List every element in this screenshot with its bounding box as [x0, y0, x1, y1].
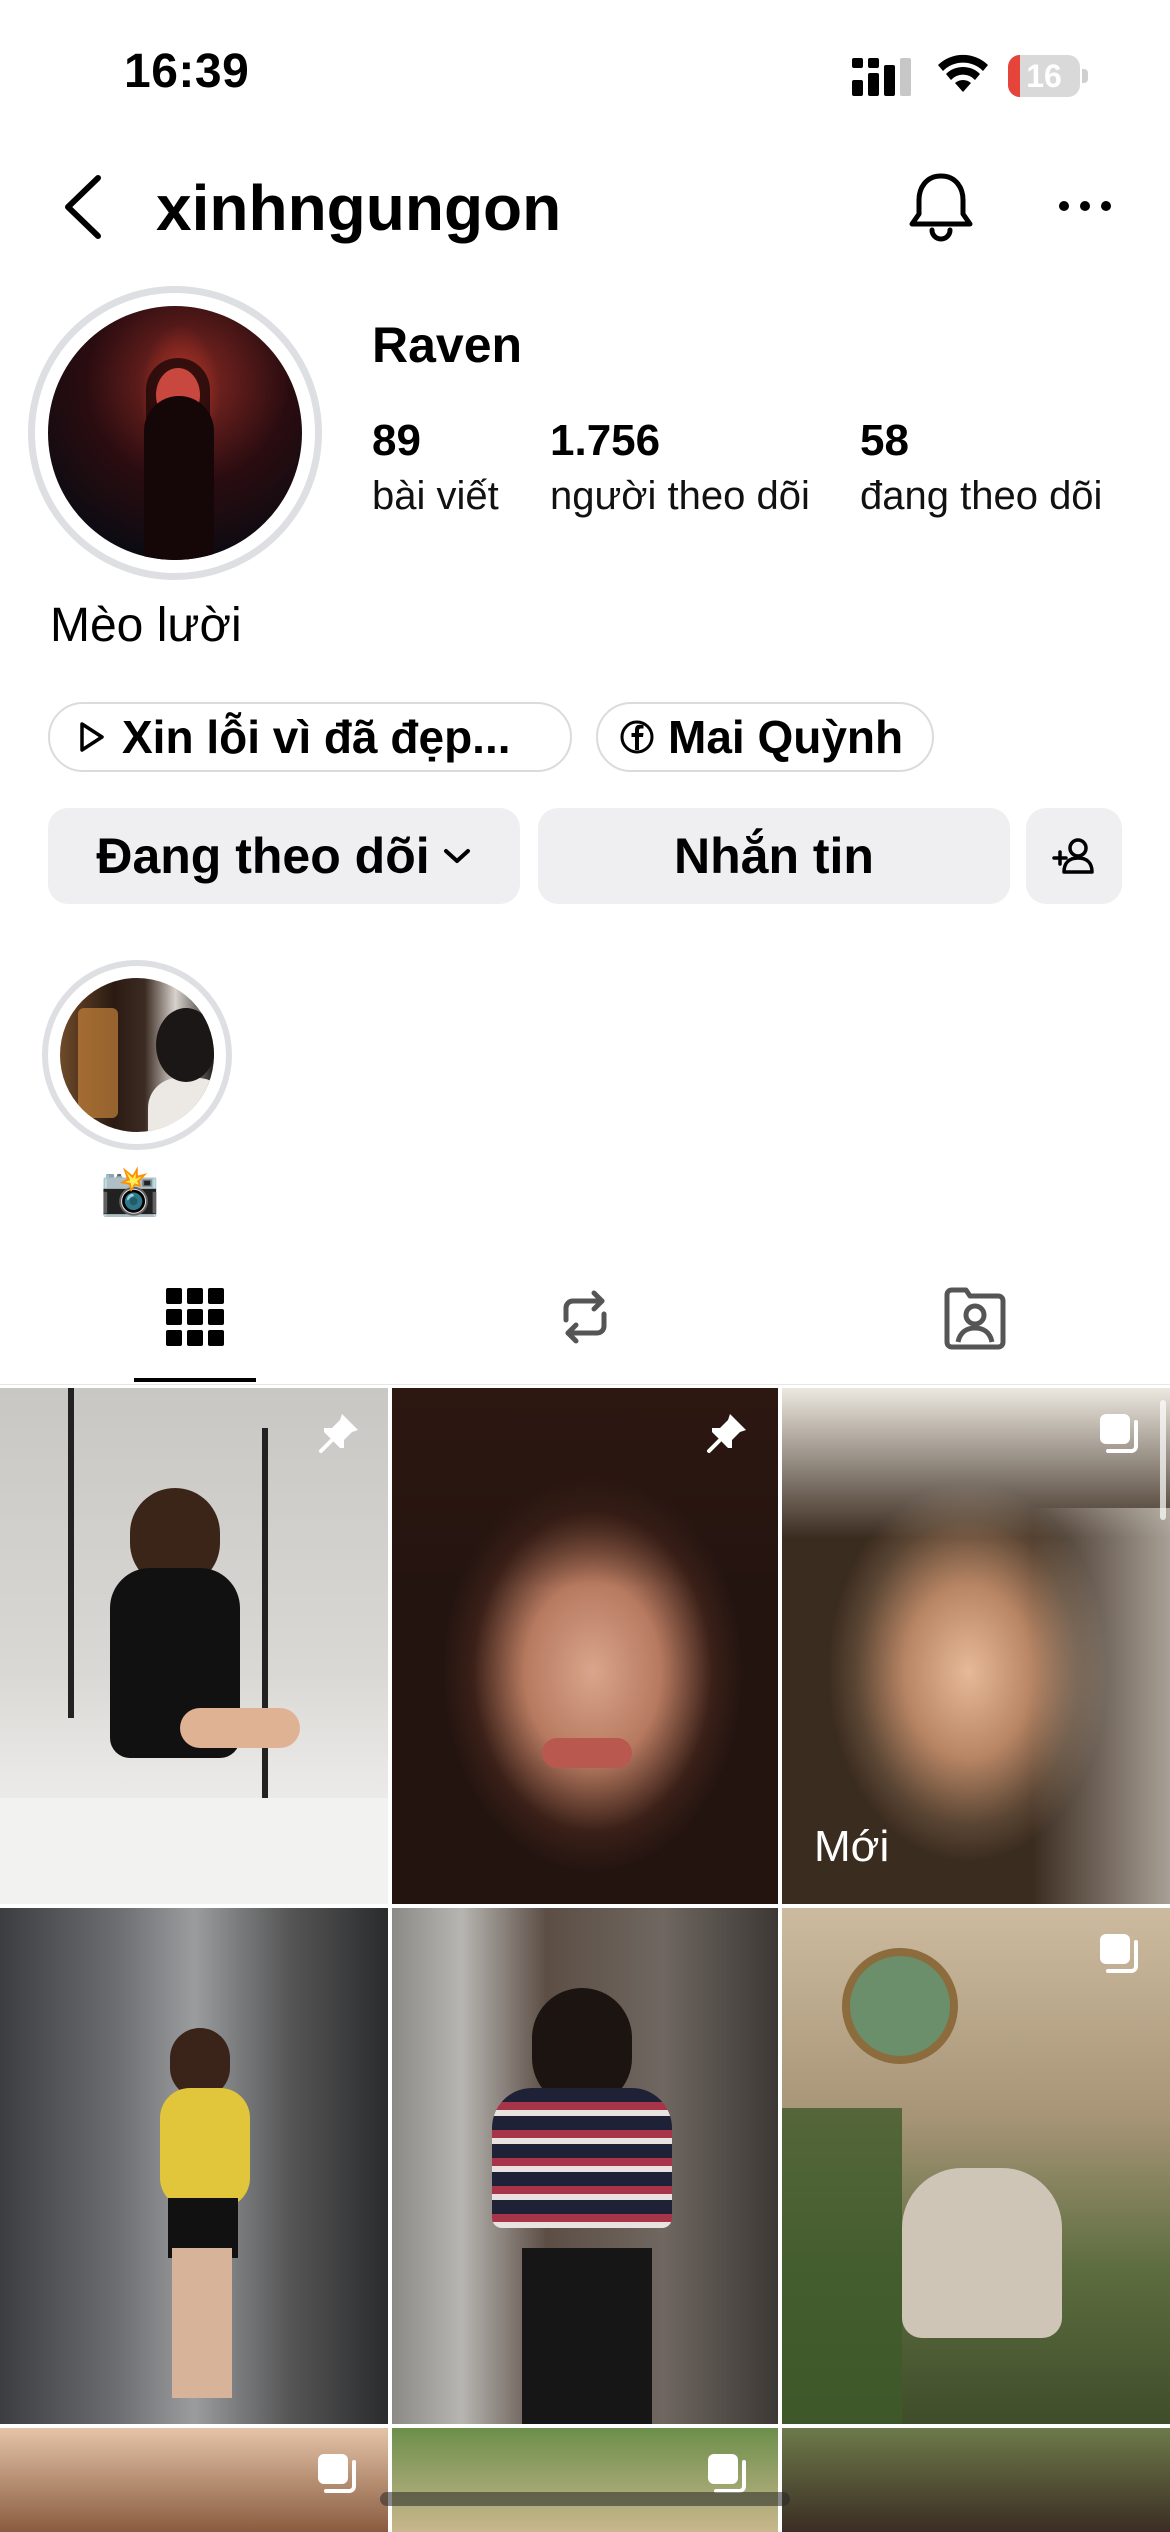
active-tab-indicator [134, 1378, 256, 1382]
new-post-label: Mới [814, 1822, 890, 1871]
profile-bio: Mèo lười [50, 599, 242, 652]
grid-post-5[interactable] [392, 1908, 778, 2424]
following-button[interactable]: Đang theo dõi [48, 808, 520, 904]
story-highlight[interactable] [60, 978, 214, 1132]
stat-following-count[interactable]: 58 [860, 416, 909, 466]
link-chip-music-label: Xin lỗi vì đã đẹp... [122, 711, 511, 763]
facebook-icon [620, 720, 654, 754]
multiple-icon [708, 2454, 746, 2493]
message-button[interactable]: Nhắn tin [538, 808, 1010, 904]
stat-posts-label: bài viết [372, 474, 499, 518]
multiple-icon [318, 2454, 356, 2493]
stat-posts-count[interactable]: 89 [372, 416, 421, 466]
battery-icon: 16 [1008, 55, 1088, 97]
grid-post-4[interactable] [0, 1908, 388, 2424]
more-options-icon[interactable] [1058, 196, 1112, 216]
tagged-person-icon[interactable] [940, 1282, 1010, 1352]
tab-divider [0, 1384, 1170, 1385]
stat-followers-label: người theo dõi [550, 474, 810, 518]
grid-icon[interactable] [160, 1282, 230, 1352]
suggested-accounts-button[interactable] [1026, 808, 1122, 904]
story-highlight-label: 📸 [100, 1165, 160, 1218]
grid-post-9[interactable] [782, 2428, 1170, 2532]
pin-icon [319, 1414, 358, 1453]
grid-post-8[interactable] [392, 2428, 778, 2532]
pin-icon [707, 1414, 746, 1453]
message-button-label: Nhắn tin [674, 828, 874, 884]
play-icon [80, 722, 104, 752]
stat-following-label: đang theo dõi [860, 474, 1103, 518]
link-chip-facebook[interactable]: Mai Quỳnh [596, 702, 934, 772]
profile-avatar[interactable] [48, 306, 302, 560]
battery-level: 16 [1026, 58, 1062, 94]
grid-post-2[interactable] [392, 1388, 778, 1904]
grid-post-7[interactable] [0, 2428, 388, 2532]
multiple-icon [1100, 1414, 1138, 1453]
multiple-icon [1100, 1934, 1138, 1973]
cellular-signal-icon [852, 58, 911, 96]
display-name: Raven [372, 317, 523, 373]
scroll-indicator [1160, 1400, 1166, 1520]
add-person-icon [1052, 838, 1094, 874]
stat-followers-count[interactable]: 1.756 [550, 416, 660, 466]
grid-post-1[interactable] [0, 1388, 388, 1904]
home-indicator[interactable] [380, 2492, 790, 2506]
status-time: 16:39 [124, 45, 250, 98]
wifi-icon [938, 54, 988, 92]
following-button-label: Đang theo dõi [96, 828, 430, 884]
back-arrow-icon[interactable] [56, 172, 112, 242]
link-chip-music[interactable]: Xin lỗi vì đã đẹp... [48, 702, 572, 772]
grid-post-6[interactable] [782, 1908, 1170, 2424]
link-chip-facebook-label: Mai Quỳnh [668, 711, 904, 763]
profile-username: xinhngungon [156, 172, 562, 244]
chevron-down-icon [443, 849, 470, 863]
repost-icon[interactable] [550, 1282, 620, 1352]
bell-icon[interactable] [906, 170, 976, 244]
